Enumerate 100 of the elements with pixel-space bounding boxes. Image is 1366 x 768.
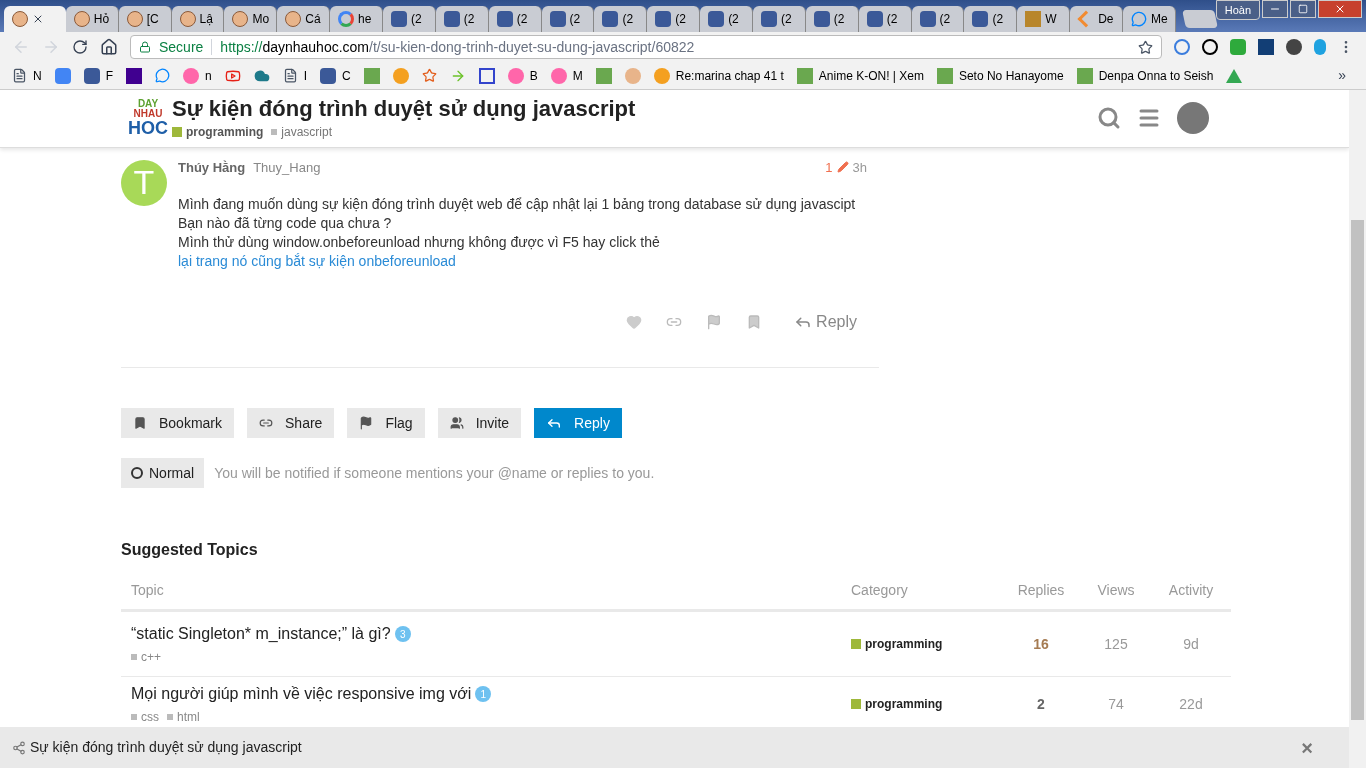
tag-badge[interactable]: c++ (131, 648, 161, 666)
favorite-link[interactable]: Re:marina chap 41 t (653, 66, 784, 85)
facebook-icon (708, 11, 725, 27)
browser-tab[interactable]: (2 (647, 6, 701, 32)
flag-icon[interactable] (706, 314, 723, 330)
browser-tab[interactable]: (2 (382, 6, 436, 32)
favorite-link[interactable]: N (12, 66, 42, 85)
browser-tab[interactable]: (2 (805, 6, 859, 32)
chat-bubble-icon (155, 68, 170, 83)
search-icon[interactable] (1097, 106, 1121, 131)
favorite-link[interactable]: M (550, 66, 583, 85)
favorite-link[interactable]: C (320, 66, 351, 85)
author-name[interactable]: Thúy Hằng (178, 157, 246, 177)
new-tab-button[interactable] (1181, 10, 1218, 28)
more-bookmarks-button[interactable]: » (1338, 65, 1346, 86)
facebook-icon (813, 11, 830, 27)
maximize-button[interactable] (1290, 0, 1317, 18)
browser-tab[interactable]: (2 (753, 6, 806, 32)
post-text: Mình đang muốn dùng sự kiện đóng trình duyệt web để cập nhật lại 1 bảng trong database sử dụng javascipt (178, 195, 857, 214)
favorite-link[interactable]: B (507, 66, 538, 85)
browser-tab[interactable]: (2 (858, 6, 912, 32)
browser-tab[interactable] (4, 6, 66, 32)
flag-button[interactable]: Flag (347, 408, 425, 438)
browser-tab[interactable]: W (1017, 6, 1071, 32)
facebook-icon (549, 11, 566, 27)
browser-tab[interactable]: (2 (541, 6, 595, 32)
facebook-icon (919, 11, 936, 27)
square-icon (796, 67, 813, 84)
site-logo[interactable]: DAY NHAU HOC (128, 99, 168, 138)
extension-icon[interactable] (1202, 39, 1218, 55)
facebook-icon (496, 11, 513, 27)
browser-tab[interactable]: Lậ (171, 6, 225, 32)
close-icon[interactable] (32, 13, 44, 25)
browser-tab[interactable]: Cá (277, 6, 331, 32)
browser-tab[interactable]: (2 (700, 6, 753, 32)
share-icon (12, 740, 26, 755)
topic-title[interactable]: Sự kiện đóng trình duyệt sử dụng javascript (172, 95, 636, 124)
reload-button[interactable] (72, 39, 88, 55)
face-icon (232, 11, 249, 27)
tag-badge[interactable]: css (131, 708, 159, 726)
post-text: Mình thử dùng window.onbeforeunload nhưng không được vì F5 hay click thẻ lại trang nó cũng bắt sự kiện onbeforeunload (178, 233, 661, 271)
chat-bubble-icon (1131, 11, 1147, 27)
address-bar[interactable]: Secure https://daynhauhoc.com/t/su-kien-dong-trinh-duyet-su-dung-javascript/60822 (130, 35, 1162, 59)
bookmark-button[interactable]: Bookmark (121, 408, 235, 438)
browser-tab[interactable]: De (1070, 6, 1123, 32)
users-icon (449, 416, 464, 430)
minimize-button[interactable] (1262, 0, 1289, 18)
square-icon (595, 67, 612, 84)
profile-button[interactable]: Hoàn (1215, 0, 1261, 20)
favorite-link[interactable]: I (282, 66, 308, 85)
tag-badge[interactable]: html (167, 708, 200, 726)
browser-tab[interactable]: (2 (435, 6, 489, 32)
favorite-link[interactable]: n (183, 66, 212, 85)
browser-tab[interactable]: he (330, 6, 383, 32)
extension-icon[interactable] (1286, 39, 1302, 55)
notification-button[interactable]: Normal (121, 458, 205, 488)
tag-badge[interactable]: javascript (271, 123, 333, 142)
favorite-link[interactable]: Seto No Hanayome (936, 66, 1064, 85)
link-icon (259, 416, 274, 430)
category-badge[interactable]: programming (841, 635, 1001, 653)
favorite-link[interactable] (478, 67, 495, 84)
face-icon (12, 11, 28, 27)
browser-tab[interactable]: (2 (964, 6, 1018, 32)
browser-tab[interactable]: [C (118, 6, 172, 32)
replies-count: 2 (1036, 694, 1046, 714)
share-button[interactable]: Share (247, 408, 335, 438)
browser-tab[interactable]: (2 (911, 6, 965, 32)
favorite-link[interactable] (126, 67, 142, 84)
picture-icon (1025, 11, 1042, 27)
close-window-button[interactable] (1318, 0, 1363, 18)
favorite-link[interactable]: F (83, 66, 113, 85)
triangle-icon (1226, 68, 1243, 83)
topic-link[interactable]: Mọi người giúp mình về việc responsive img với (131, 682, 472, 706)
circle-logo-icon (507, 67, 524, 84)
face-icon (624, 67, 641, 84)
reply-button[interactable]: Reply (534, 408, 622, 438)
favorite-link[interactable]: Anime K-ON! | Xem (796, 66, 924, 85)
favorite-link[interactable]: Denpa Onna to Seish (1076, 66, 1214, 85)
browser-tab[interactable]: (2 (594, 6, 648, 32)
bookmark-star-icon[interactable] (1138, 39, 1153, 55)
home-button[interactable] (100, 38, 118, 56)
maximize-icon (1298, 4, 1309, 14)
reply-bar[interactable]: Sự kiện đóng trình duyệt sử dụng javascript × (0, 727, 1349, 768)
author-username[interactable]: Thuy_Hang (253, 157, 321, 177)
invite-button[interactable]: Invite (437, 408, 522, 438)
topic-link[interactable]: “static Singleton* m_instance;” là gì? (131, 622, 391, 646)
category-badge[interactable]: programming (841, 695, 1001, 713)
browser-tab[interactable]: Me (1123, 6, 1176, 32)
post-link[interactable]: lại trang nó cũng bắt sự kiện onbeforeunload (178, 253, 456, 269)
category-badge[interactable]: programming (172, 123, 264, 142)
reply-button[interactable]: Reply (794, 310, 857, 334)
close-button[interactable]: × (1301, 732, 1313, 763)
facebook-icon (443, 11, 460, 27)
scrollbar[interactable] (1349, 90, 1366, 768)
user-avatar[interactable] (1177, 102, 1209, 135)
google-icon (338, 11, 355, 27)
browser-tab[interactable]: Hỏ (65, 6, 119, 32)
square-icon (1076, 67, 1093, 84)
browser-tab[interactable]: (2 (488, 6, 542, 32)
browser-tab[interactable]: Mo (224, 6, 278, 32)
